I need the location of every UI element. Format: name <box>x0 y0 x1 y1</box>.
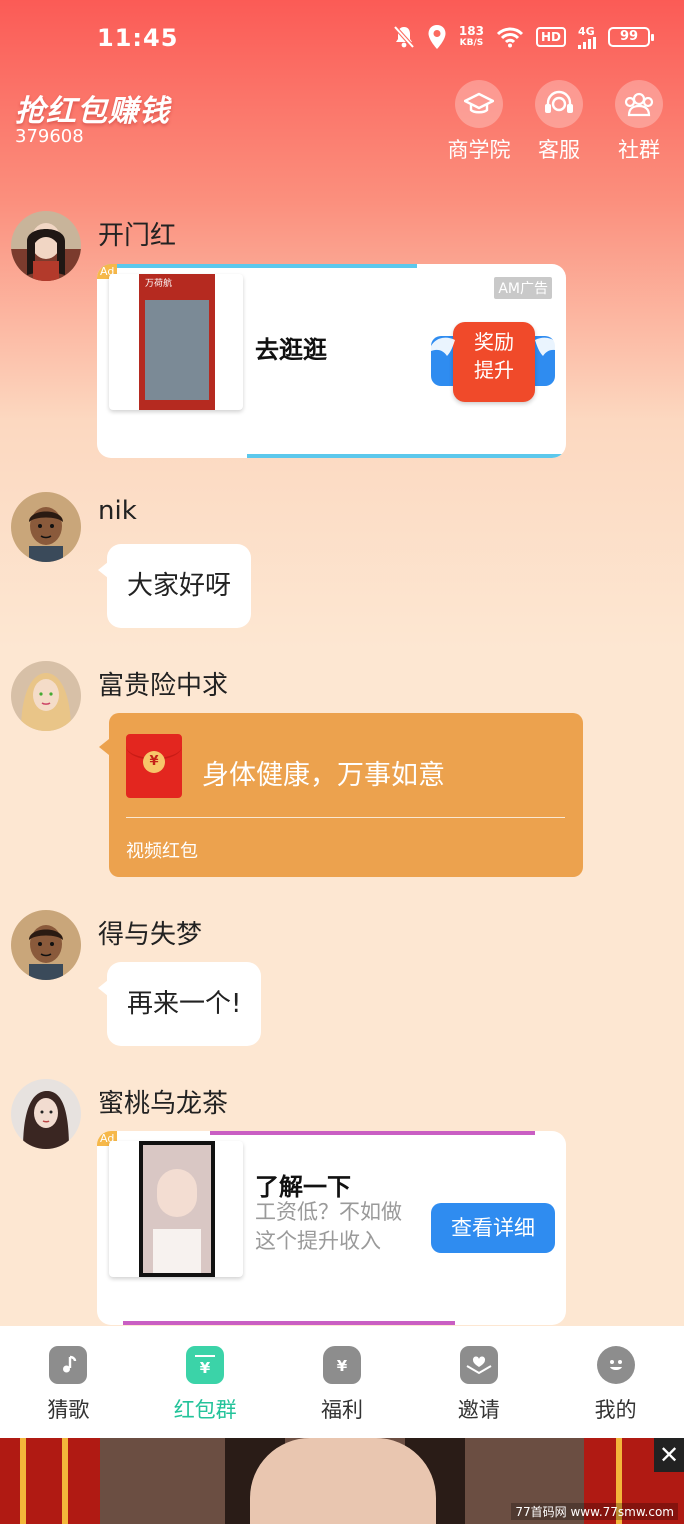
community-label: 社群 <box>618 138 660 162</box>
net-speed-value: 183 <box>458 24 484 38</box>
tab-label: 猜歌 <box>47 1398 90 1422</box>
tab-label: 邀请 <box>457 1398 500 1422</box>
headset-icon <box>535 80 583 128</box>
banner-ad[interactable]: ✕ 77首码网 www.77smw.com <box>0 1438 684 1524</box>
sender-name: 蜜桃乌龙茶 <box>98 1089 229 1119</box>
graduation-cap-icon <box>455 80 503 128</box>
tab-red-packet-group[interactable]: ¥ 红包群 <box>137 1326 274 1438</box>
business-school-label: 商学院 <box>447 138 511 162</box>
status-bar: 11:45 183 KB/S HD 4G 99 <box>0 0 684 78</box>
header-actions: 商学院 客服 社群 <box>448 80 670 164</box>
ad-subtext-1: 工资低？不如做 <box>255 1200 402 1224</box>
battery-icon: 99 <box>608 27 654 47</box>
banner-decor <box>62 1438 68 1524</box>
net-speed-unit: KB/S <box>459 38 484 48</box>
ad-subtext-2: 这个提升收入 <box>255 1229 381 1253</box>
red-packet-title: 身体健康，万事如意 <box>202 760 445 791</box>
svg-text:¥: ¥ <box>337 1357 348 1375</box>
tab-label: 我的 <box>594 1398 637 1422</box>
avatar[interactable] <box>11 211 81 281</box>
avatar[interactable] <box>11 1079 81 1149</box>
business-school-button[interactable]: 商学院 <box>447 80 511 164</box>
wifi-icon <box>496 24 524 50</box>
ad-headline: 去逛逛 <box>255 336 327 364</box>
sender-name: nik <box>98 496 137 526</box>
view-details-button[interactable]: 查看详细 <box>431 1203 555 1253</box>
close-icon[interactable]: ✕ <box>654 1438 684 1472</box>
reward-label-1: 奖励 <box>474 330 514 354</box>
red-packet-seal: ¥ <box>143 751 165 773</box>
banner-image-face <box>250 1438 436 1524</box>
ad-thumbnail[interactable]: 万荷航 <box>109 274 243 410</box>
community-button[interactable]: 社群 <box>608 80 670 164</box>
red-packet-card[interactable]: ¥ 身体健康，万事如意 视频红包 <box>99 713 583 877</box>
avatar[interactable] <box>11 492 81 562</box>
sender-name: 得与失梦 <box>98 920 203 950</box>
divider <box>126 817 565 818</box>
music-note-icon <box>49 1346 88 1384</box>
ad-cta-button[interactable]: 奖励 提升 <box>429 322 561 402</box>
ad-thumbnail-photo <box>143 1145 211 1273</box>
ad-thumbnail-photo <box>145 300 209 400</box>
customer-service-button[interactable]: 客服 <box>528 80 590 164</box>
red-packet-icon: ¥ <box>186 1346 225 1384</box>
avatar[interactable] <box>11 661 81 731</box>
status-time: 11:45 <box>97 24 179 52</box>
location-icon <box>427 24 447 50</box>
group-id: 379608 <box>15 126 84 147</box>
tab-invite[interactable]: 邀请 <box>410 1326 547 1438</box>
ad-thumbnail-face <box>157 1169 197 1217</box>
ad-thumbnail-title: 万荷航 <box>145 279 173 289</box>
ad-card[interactable]: Ad AM广告 万荷航 去逛逛 奖励 提升 <box>97 264 566 458</box>
ad-headline: 了解一下 <box>255 1173 351 1201</box>
customer-service-label: 客服 <box>538 138 580 162</box>
hd-badge: HD <box>535 27 566 47</box>
ad-source-badge: AM广告 <box>494 277 552 299</box>
ad-progress-top <box>210 1131 535 1135</box>
tab-mine[interactable]: 我的 <box>547 1326 684 1438</box>
signal-label: 4G <box>578 24 595 38</box>
smile-face-icon <box>596 1346 635 1384</box>
tab-label: 红包群 <box>173 1398 237 1422</box>
money-bag-icon: ¥ <box>322 1346 361 1384</box>
group-icon <box>615 80 663 128</box>
reward-label-2: 提升 <box>474 358 514 382</box>
ad-thumbnail-body <box>153 1229 201 1273</box>
message-bubble[interactable]: 再来一个! <box>97 962 262 1046</box>
svg-text:¥: ¥ <box>200 1359 211 1377</box>
tab-guess-song[interactable]: 猜歌 <box>0 1326 137 1438</box>
tab-label: 福利 <box>320 1398 363 1422</box>
cell-signal-icon: 4G <box>578 26 596 49</box>
envelope-heart-icon <box>459 1346 498 1384</box>
net-speed: 183 KB/S <box>459 25 484 49</box>
ad-thumbnail-frame <box>139 1141 215 1277</box>
watermark: 77首码网 www.77smw.com <box>511 1503 678 1520</box>
status-icons: 183 KB/S HD 4G 99 <box>393 24 654 50</box>
red-packet-icon: ¥ <box>126 734 182 798</box>
ad-thumbnail-frame: 万荷航 <box>139 274 215 410</box>
banner-decor <box>20 1438 26 1524</box>
mute-bell-icon <box>393 24 415 50</box>
avatar[interactable] <box>11 910 81 980</box>
red-packet-type: 视频红包 <box>126 841 198 862</box>
ad-card[interactable]: Ad 了解一下 工资低？不如做 这个提升收入 查看详细 <box>97 1131 566 1325</box>
sender-name: 开门红 <box>98 221 177 251</box>
message-bubble[interactable]: 大家好呀 <box>97 544 252 628</box>
bottom-tab-bar: 猜歌 ¥ 红包群 ¥ 福利 邀请 我的 <box>0 1326 684 1438</box>
tab-welfare[interactable]: ¥ 福利 <box>274 1326 411 1438</box>
wing-icon <box>535 337 561 356</box>
ad-progress-top <box>97 264 417 268</box>
ad-thumbnail[interactable] <box>109 1141 243 1277</box>
reward-badge: 奖励 提升 <box>453 322 535 402</box>
wing-icon <box>429 337 455 356</box>
ad-progress-bottom <box>123 1321 455 1325</box>
page-title: 抢红包赚钱 <box>15 94 170 129</box>
ad-progress-bottom <box>247 454 566 458</box>
sender-name: 富贵险中求 <box>98 671 229 701</box>
